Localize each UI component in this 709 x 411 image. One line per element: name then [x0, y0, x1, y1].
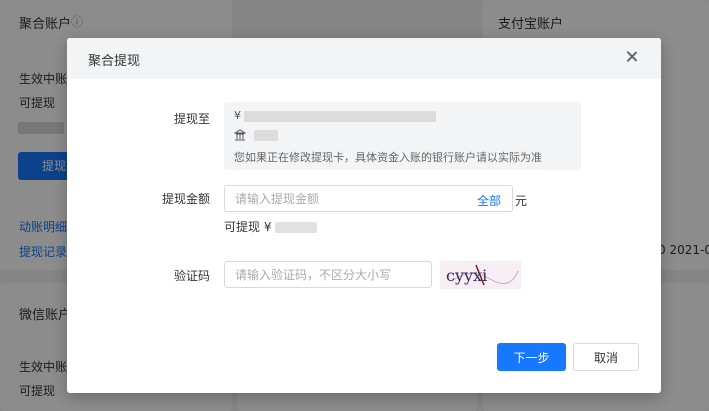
bank-name-masked — [254, 130, 278, 141]
withdraw-target-box: ¥ 您如果正在修改提现卡，具体资金入账的银行账户请以实际为准 — [224, 102, 581, 170]
amount-label: 提现金额 — [161, 192, 210, 206]
dialog-title: 聚合提现 — [88, 54, 141, 69]
captcha-graphic: cyyxi — [446, 264, 519, 286]
bank-icon — [233, 129, 247, 141]
dialog-header: 聚合提现 — [67, 38, 661, 79]
captcha-label: 验证码 — [173, 269, 210, 283]
available-amount-masked — [275, 222, 318, 233]
available-label: 可提现 ¥ — [224, 220, 272, 234]
account-number-masked — [244, 111, 436, 122]
next-step-button[interactable]: 下一步 — [497, 343, 566, 371]
withdraw-to-label: 提现至 — [173, 112, 210, 126]
withdraw-dialog: 聚合提现 提现至 ¥ 您如果正在修改提现卡，具体资金入账的银行账户请以实际为准 … — [67, 38, 661, 393]
withdraw-all-button[interactable]: 全部 — [477, 192, 501, 209]
close-icon[interactable] — [623, 48, 641, 66]
captcha-text: cyyxi — [446, 266, 487, 285]
unit-label: 元 — [515, 194, 528, 208]
currency-symbol: ¥ — [234, 109, 241, 122]
captcha-image[interactable]: cyyxi — [440, 261, 521, 289]
bank-note: 您如果正在修改提现卡，具体资金入账的银行账户请以实际为准 — [234, 151, 542, 164]
amount-input[interactable] — [224, 185, 513, 212]
cancel-button[interactable]: 取消 — [573, 343, 639, 371]
available-amount: 可提现 ¥ — [224, 218, 318, 235]
captcha-input[interactable] — [224, 261, 432, 288]
